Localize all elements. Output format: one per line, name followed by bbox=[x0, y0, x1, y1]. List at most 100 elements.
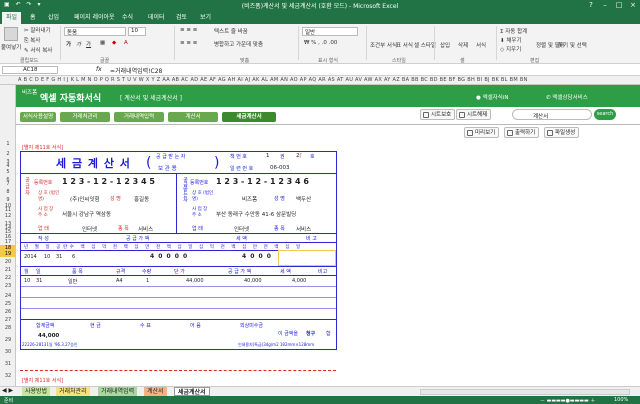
font-size-select[interactable]: 10 bbox=[128, 27, 146, 36]
row-number[interactable]: 1 bbox=[0, 141, 16, 147]
fill-button[interactable]: ⬇ 채우기 bbox=[500, 36, 522, 44]
row-number[interactable]: 32 bbox=[0, 373, 16, 379]
sheet-nav-arrows[interactable]: ◀ ▶ bbox=[2, 387, 13, 394]
ribbon-separator bbox=[60, 26, 61, 60]
row-number[interactable]: 5 bbox=[0, 169, 16, 175]
maximize-icon[interactable]: □ bbox=[612, 0, 626, 10]
align-top-icon[interactable]: ≡ ≡ ≡ bbox=[180, 27, 197, 33]
italic-button[interactable]: 가 bbox=[76, 40, 81, 48]
row-number[interactable]: 2 bbox=[0, 151, 16, 157]
ribbon-separator bbox=[496, 26, 497, 60]
cut-line bbox=[20, 370, 336, 371]
row-number[interactable]: 31 bbox=[0, 361, 16, 367]
sheet-tab-invoice[interactable]: 계산서 bbox=[144, 387, 167, 396]
row-number[interactable]: 20 bbox=[0, 259, 16, 265]
name-box[interactable]: AC18 bbox=[2, 66, 58, 74]
sheet-tab-usage[interactable]: 사용방법 bbox=[22, 387, 51, 396]
tab-insert[interactable]: 삽입 bbox=[44, 12, 63, 24]
number-format-select[interactable]: 일반 bbox=[302, 27, 358, 36]
horizontal-scrollbar[interactable] bbox=[420, 389, 630, 395]
row-number[interactable]: 29 bbox=[0, 337, 16, 343]
bold-button[interactable]: 가 bbox=[66, 40, 71, 48]
currency-icon[interactable]: ₩ % , .0 .00 bbox=[304, 40, 337, 46]
paste-button[interactable]: 붙여넣기 bbox=[1, 43, 21, 51]
tab-formulas[interactable]: 수식 bbox=[118, 12, 137, 24]
format-cells-button[interactable]: 서식 bbox=[476, 41, 486, 49]
tab-view[interactable]: 보기 bbox=[196, 12, 215, 24]
tab-invoice[interactable]: 계산서 bbox=[168, 112, 218, 122]
paste-icon[interactable] bbox=[4, 27, 18, 41]
row-number[interactable]: 27 bbox=[0, 317, 16, 323]
search-button[interactable]: search bbox=[594, 109, 616, 120]
row-number[interactable]: 30 bbox=[0, 349, 16, 355]
tab-usage[interactable]: 서식사용설명 bbox=[20, 112, 56, 122]
link-consult[interactable]: ✆ 엑셀상담서비스 bbox=[546, 93, 588, 101]
row-number[interactable]: 25 bbox=[0, 301, 16, 307]
help-icon[interactable]: ? bbox=[584, 0, 598, 10]
sheet-unprotect-button[interactable]: 시트해제 bbox=[456, 109, 492, 120]
table-format-button[interactable]: 표 서식 bbox=[396, 41, 413, 49]
link-excel-in[interactable]: ● 엑셀자식iN bbox=[476, 93, 508, 101]
sheet-tab-clients[interactable]: 거래처관리 bbox=[56, 387, 90, 396]
insert-cells-button[interactable]: 삽입 bbox=[440, 41, 450, 49]
tab-review[interactable]: 검토 bbox=[172, 12, 191, 24]
row-header[interactable]: 1 2 3 4 5 6 7 8 9 10 11 12 13 14 15 16 17 18 19 20 21 22 23 24 2… bbox=[0, 85, 16, 390]
row-number[interactable]: 28 bbox=[0, 325, 16, 331]
row-number[interactable]: 24 bbox=[0, 293, 16, 299]
font-name-select[interactable]: 돋움 bbox=[64, 27, 126, 36]
book-page-unit: 호 bbox=[310, 154, 315, 160]
underline-button[interactable]: 가 bbox=[86, 40, 91, 48]
close-icon[interactable]: × bbox=[626, 0, 640, 10]
row-number[interactable]: 21 bbox=[0, 267, 16, 273]
row-number[interactable]: 23 bbox=[0, 283, 16, 289]
item-head-day: 일 bbox=[36, 269, 41, 275]
align-left-icon[interactable]: ≡ ≡ ≡ bbox=[180, 40, 197, 46]
formula-input[interactable]: =거래내역입력!C28 bbox=[110, 66, 636, 75]
tab-home[interactable]: 홈 bbox=[26, 12, 40, 24]
row-number[interactable]: 12 bbox=[0, 213, 16, 219]
zoom-slider[interactable]: － ▬▬▬▬●▬▬▬▬ ＋ bbox=[540, 397, 595, 404]
minimize-icon[interactable]: – bbox=[598, 0, 612, 10]
sheet-tab-tax-invoice[interactable]: 세금계산서 bbox=[174, 387, 210, 396]
tab-transactions[interactable]: 거래내역입력 bbox=[114, 112, 164, 122]
item-day: 31 bbox=[36, 278, 43, 284]
row-number[interactable]: 26 bbox=[0, 309, 16, 315]
save-file-button[interactable]: 파일생성 bbox=[544, 127, 580, 138]
row-number[interactable]: 19 bbox=[0, 251, 16, 257]
supplier-company-label: 상 호 (법인명) bbox=[38, 191, 60, 202]
conditional-format-button[interactable]: 조건부 서식 bbox=[370, 41, 397, 49]
tab-file[interactable]: 파일 bbox=[2, 12, 22, 24]
tab-tax-invoice[interactable]: 세금계산서 bbox=[222, 112, 276, 122]
autosum-button[interactable]: Σ 자동 합계 bbox=[500, 27, 527, 35]
sheet-unprotect-label: 시트해제 bbox=[467, 112, 488, 118]
fill-color-icon[interactable]: ◆ bbox=[112, 40, 116, 46]
clear-button[interactable]: ◇ 지우기 bbox=[500, 45, 521, 53]
search-input[interactable]: 계산서 bbox=[512, 109, 592, 120]
wrap-text-button[interactable]: 텍스트 줄 바꿈 bbox=[214, 27, 248, 35]
print-button[interactable]: 출력하기 bbox=[504, 127, 540, 138]
row-number[interactable]: 7 bbox=[0, 181, 16, 187]
font-name-value: 돋움 bbox=[67, 30, 78, 36]
selected-cell[interactable] bbox=[278, 250, 336, 266]
format-painter-button[interactable]: ✎ 서식 복사 bbox=[24, 46, 52, 54]
delete-cells-button[interactable]: 삭제 bbox=[458, 41, 468, 49]
tab-data[interactable]: 데이터 bbox=[144, 12, 169, 24]
font-color-icon[interactable]: A bbox=[124, 40, 128, 46]
preview-button[interactable]: 미리보기 bbox=[464, 127, 500, 138]
cell-style-button[interactable]: 셀 스타일 bbox=[414, 41, 436, 49]
tab-clients[interactable]: 거래처관리 bbox=[60, 112, 110, 122]
row-number[interactable]: 8 bbox=[0, 189, 16, 195]
tab-page-layout[interactable]: 페이지 레이아웃 bbox=[70, 12, 119, 24]
copy-button[interactable]: ⎘ 복사 bbox=[24, 36, 40, 45]
find-select-button[interactable]: 찾기 및 선택 bbox=[558, 41, 587, 49]
row-number[interactable]: 22 bbox=[0, 275, 16, 281]
cut-button[interactable]: ✂ 잘라내기 bbox=[24, 26, 51, 34]
fx-icon[interactable]: fx bbox=[96, 66, 102, 73]
column-header[interactable]: A B C D E F G H I J K L M N O P Q R S T … bbox=[0, 76, 640, 85]
quick-access-toolbar[interactable]: ▣ ↶ ↷ ▾ bbox=[4, 1, 42, 8]
buyer-reg-number: 1 2 3 - 1 2 - 1 2 3 4 6 bbox=[216, 177, 309, 186]
sheet-tab-transactions[interactable]: 거래내역입력 bbox=[98, 387, 138, 396]
merge-center-button[interactable]: 병합하고 가운데 맞춤 bbox=[214, 40, 263, 48]
borders-icon[interactable]: ▦ bbox=[100, 40, 105, 46]
sheet-protect-button[interactable]: 시트보호 bbox=[420, 109, 456, 120]
